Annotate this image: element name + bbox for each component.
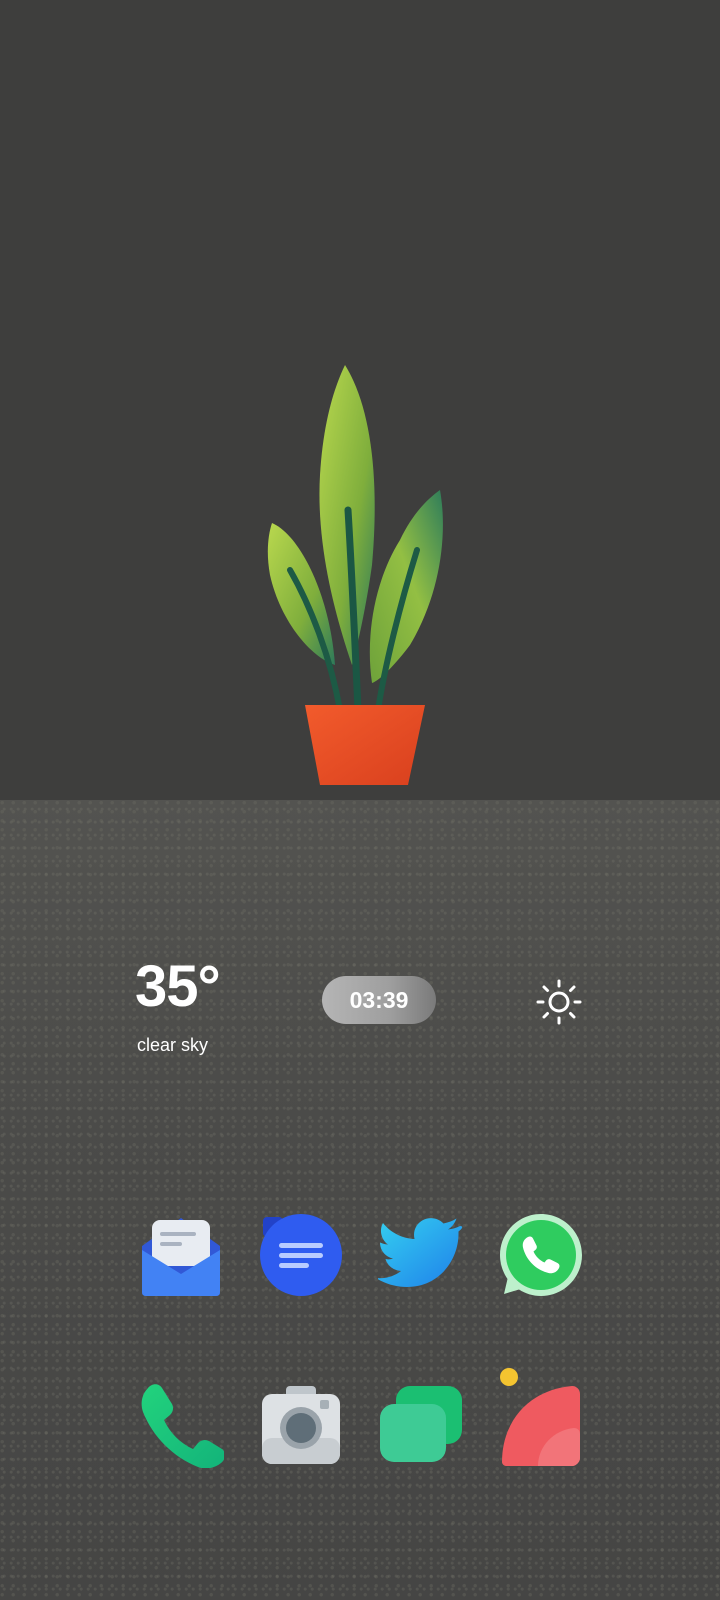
notification-badge [500, 1368, 518, 1386]
phone-app[interactable] [138, 1382, 224, 1468]
gallery-icon [502, 1386, 580, 1466]
twitter-app[interactable] [378, 1212, 464, 1298]
notes-app[interactable] [258, 1212, 344, 1298]
whatsapp-app[interactable] [498, 1212, 584, 1298]
sun-icon[interactable] [535, 978, 583, 1026]
whatsapp-icon [500, 1214, 582, 1296]
weather-description: clear sky [137, 1035, 209, 1055]
camera-app[interactable] [258, 1382, 344, 1468]
messages-app[interactable] [378, 1382, 464, 1468]
wallpaper-bottom [0, 800, 720, 1600]
email-app[interactable] [138, 1212, 224, 1298]
clock-widget[interactable]: 03:39 [322, 976, 436, 1024]
clock-time: 03:39 [349, 986, 409, 1013]
camera-icon [262, 1386, 340, 1464]
bird-icon [378, 1218, 463, 1287]
phone-icon [141, 1384, 224, 1468]
envelope-icon [142, 1218, 220, 1296]
weather-temperature[interactable]: 35° [135, 958, 221, 1016]
notes-icon [260, 1214, 342, 1296]
plant-illustration [267, 365, 443, 785]
gallery-app[interactable] [498, 1368, 584, 1468]
chat-icon [380, 1386, 462, 1462]
